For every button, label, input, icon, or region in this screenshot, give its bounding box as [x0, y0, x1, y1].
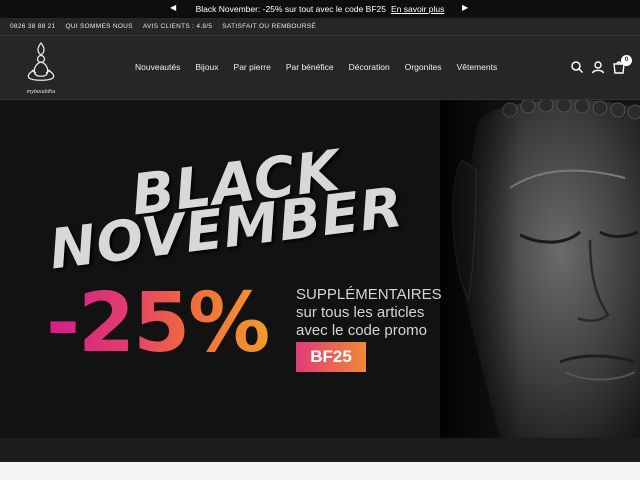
nav-item-vetements[interactable]: Vêtements	[457, 62, 498, 72]
nav-item-bijoux[interactable]: Bijoux	[195, 62, 218, 72]
announcement-text: Black November: -25% sur tout avec le co…	[195, 4, 386, 14]
arrow-left-icon[interactable]: ◀	[170, 3, 176, 12]
guarantee-text: SATISFAIT OU REMBOURSÉ	[222, 23, 317, 30]
promo-description: SUPPLÉMENTAIRES sur tous les articles av…	[296, 286, 442, 340]
info-bar: 0826 38 88 21 QUI SOMMES NOUS AVIS CLIEN…	[0, 18, 640, 36]
nav-item-par-benefice[interactable]: Par bénéfice	[286, 62, 334, 72]
main-nav: Nouveautés Bijoux Par pierre Par bénéfic…	[135, 62, 512, 72]
hero-banner[interactable]: BLACK NOVEMBER -25% SUPPLÉMENTAIRES sur …	[0, 100, 640, 438]
nav-item-decoration[interactable]: Décoration	[349, 62, 390, 72]
meditation-logo-icon	[27, 41, 55, 81]
discount-value: -25%	[46, 276, 270, 371]
cart-count-badge: 0	[621, 55, 632, 66]
reviews-link[interactable]: AVIS CLIENTS : 4.8/5	[143, 23, 212, 30]
announcement-bar: ◀ Black November: -25% sur tout avec le …	[0, 0, 640, 18]
promo-code-badge: BF25	[296, 342, 366, 372]
search-icon[interactable]	[570, 60, 584, 74]
site-logo[interactable]: mybouddha	[20, 40, 62, 96]
cart-icon[interactable]: 0	[612, 55, 632, 74]
page-section-divider	[0, 438, 640, 480]
logo-text: mybouddha	[26, 89, 56, 95]
promo-line-2: sur tous les articles	[296, 304, 425, 321]
buddha-statue-image	[440, 100, 640, 438]
content-section-start	[0, 462, 640, 480]
nav-item-nouveautes[interactable]: Nouveautés	[135, 62, 180, 72]
promo-line-3: avec le code promo	[296, 322, 427, 339]
phone-number[interactable]: 0826 38 88 21	[10, 23, 55, 30]
account-icon[interactable]	[591, 60, 605, 74]
about-link[interactable]: QUI SOMMES NOUS	[65, 23, 132, 30]
announcement-link[interactable]: En savoir plus	[391, 4, 444, 14]
site-header: mybouddha Nouveautés Bijoux Par pierre P…	[0, 36, 640, 100]
promo-line-1: SUPPLÉMENTAIRES	[296, 286, 442, 303]
nav-item-orgonites[interactable]: Orgonites	[405, 62, 442, 72]
nav-item-par-pierre[interactable]: Par pierre	[234, 62, 271, 72]
arrow-right-icon[interactable]: ▶	[462, 3, 468, 12]
header-icons: 0	[563, 55, 632, 74]
